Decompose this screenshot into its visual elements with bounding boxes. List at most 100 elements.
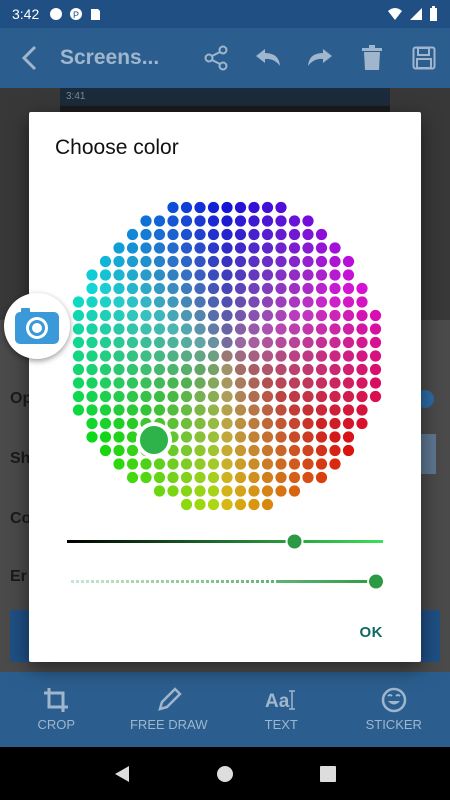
color-dot — [167, 255, 179, 268]
color-dot — [153, 390, 166, 403]
color-dot — [302, 323, 314, 335]
color-dot — [207, 431, 220, 443]
color-dot — [248, 336, 260, 349]
color-dot — [302, 255, 314, 268]
color-dot — [221, 363, 233, 376]
color-dot — [167, 458, 179, 470]
color-dot — [356, 309, 368, 322]
nav-recents-icon[interactable] — [319, 765, 337, 783]
color-dot — [261, 201, 274, 214]
sticker-tool[interactable]: STICKER — [338, 672, 450, 747]
alpha-slider[interactable] — [65, 568, 385, 592]
color-dot — [234, 215, 247, 227]
color-dot — [153, 242, 166, 254]
color-dot — [288, 242, 301, 254]
color-dot — [72, 377, 85, 389]
color-dot — [234, 296, 247, 308]
color-dot — [86, 377, 98, 389]
crop-tool[interactable]: CROP — [0, 672, 113, 747]
color-dot — [140, 350, 152, 362]
color-dot — [207, 471, 220, 484]
color-dot — [99, 296, 112, 308]
share-button[interactable] — [190, 45, 242, 71]
share-icon — [204, 45, 228, 71]
color-dot — [180, 242, 193, 254]
color-dot — [302, 431, 314, 443]
color-dot — [113, 323, 125, 335]
alpha-track-segment — [271, 580, 274, 583]
color-dot — [275, 485, 287, 497]
color-dot — [153, 350, 166, 362]
alpha-track-segment — [331, 580, 336, 583]
color-dot — [315, 431, 328, 443]
color-dot — [288, 309, 301, 322]
text-tool[interactable]: Aa TEXT — [225, 672, 338, 747]
free-draw-tool[interactable]: FREE DRAW — [113, 672, 226, 747]
color-dot — [207, 228, 220, 241]
alpha-track-segment — [186, 580, 189, 583]
alpha-track-segment — [71, 580, 74, 583]
color-dot — [315, 309, 328, 322]
color-dot — [234, 255, 247, 268]
color-dot — [207, 242, 220, 254]
color-dot — [302, 471, 314, 484]
color-dot — [288, 269, 301, 281]
color-dot — [261, 255, 274, 268]
color-dot — [126, 242, 139, 254]
color-dot — [99, 336, 112, 349]
alpha-track-segment — [261, 580, 264, 583]
brightness-slider[interactable] — [65, 530, 385, 554]
save-button[interactable] — [398, 45, 450, 71]
color-dot — [261, 431, 274, 443]
color-dot — [248, 309, 260, 322]
color-dot — [221, 417, 233, 430]
alpha-track-segment — [356, 580, 361, 583]
color-dot — [72, 363, 85, 376]
color-picker-dialog: Choose color OK — [29, 112, 421, 662]
color-dot — [99, 350, 112, 362]
redo-button[interactable] — [294, 45, 346, 71]
color-dot — [221, 201, 233, 214]
color-dot — [86, 404, 98, 416]
color-dot — [207, 282, 220, 295]
status-time: 3:42 — [12, 6, 40, 22]
alpha-track-segment — [306, 580, 311, 583]
undo-button[interactable] — [242, 45, 294, 71]
color-wheel[interactable] — [59, 188, 391, 520]
color-dot — [221, 336, 233, 349]
color-dot — [207, 336, 220, 349]
nav-home-icon[interactable] — [216, 765, 234, 783]
alpha-track-segment — [316, 580, 321, 583]
alpha-track-segment — [286, 580, 291, 583]
alpha-track-segment — [276, 580, 281, 583]
back-button[interactable] — [0, 45, 60, 71]
color-dot — [86, 390, 98, 403]
color-dot — [275, 377, 287, 389]
color-dot — [99, 444, 112, 457]
color-dot — [180, 282, 193, 295]
color-dot — [288, 228, 301, 241]
screenshot-capture-button[interactable] — [4, 293, 70, 359]
nav-back-icon[interactable] — [113, 765, 131, 783]
ok-button[interactable]: OK — [360, 624, 384, 641]
color-dot — [288, 390, 301, 403]
color-dot — [140, 377, 152, 389]
color-dot — [369, 363, 382, 376]
color-dot — [221, 282, 233, 295]
color-dot — [140, 323, 152, 335]
color-dot — [113, 404, 125, 416]
delete-button[interactable] — [346, 45, 398, 71]
color-dot — [275, 323, 287, 335]
alpha-track-segment — [141, 580, 144, 583]
color-dot — [153, 458, 166, 470]
color-dot — [261, 444, 274, 457]
color-dot — [275, 282, 287, 295]
color-dot — [72, 336, 85, 349]
alpha-track-segment — [166, 580, 169, 583]
color-dot — [275, 309, 287, 322]
color-dot — [180, 458, 193, 470]
color-dot — [248, 269, 260, 281]
color-dot — [329, 282, 341, 295]
alpha-track-segment — [156, 580, 159, 583]
color-dot — [99, 282, 112, 295]
